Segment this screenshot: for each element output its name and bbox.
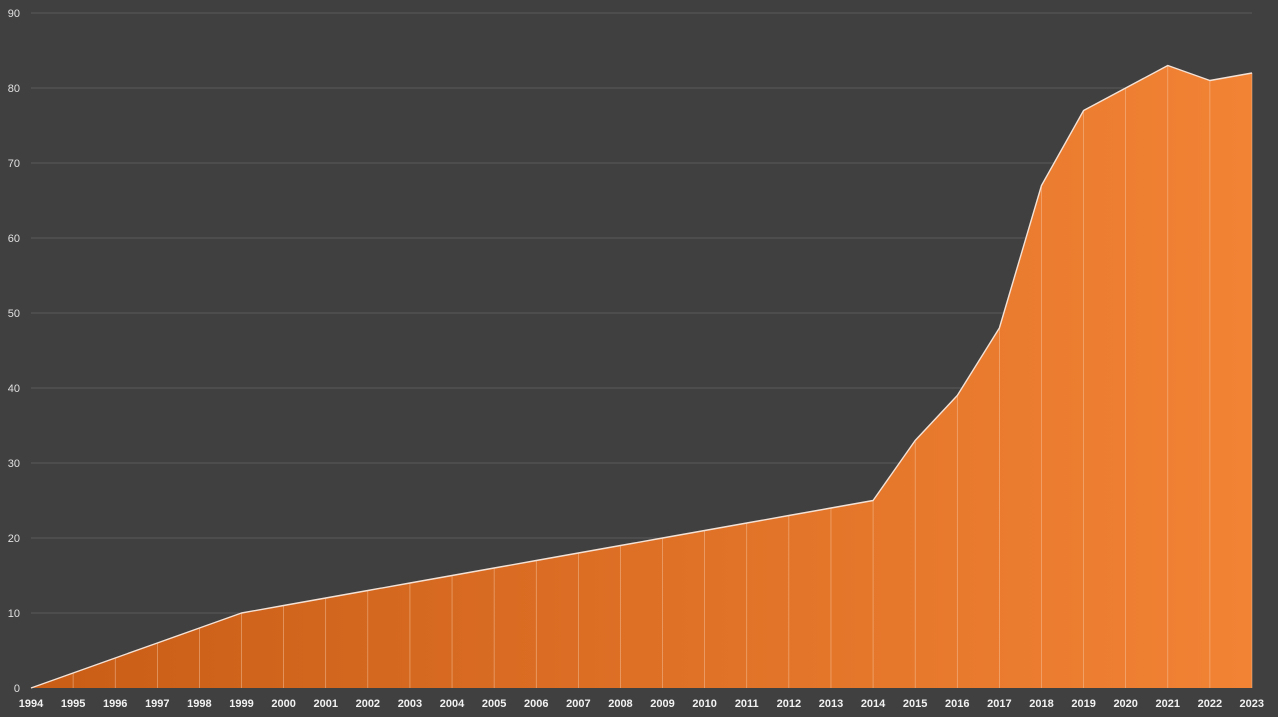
x-tick-label: 2006 — [524, 698, 548, 710]
x-tick-label: 2015 — [903, 698, 927, 710]
x-tick-label: 2021 — [1156, 698, 1180, 710]
x-axis: 1994 1995 1996 1997 1998 1999 2000 2001 2002 2003… — [19, 698, 1264, 710]
y-tick-label: 30 — [8, 458, 20, 470]
x-tick-label: 2004 — [440, 698, 465, 710]
x-tick-label: 1995 — [61, 698, 85, 710]
y-tick-label: 90 — [8, 8, 20, 20]
x-tick-label: 2018 — [1029, 698, 1053, 710]
y-tick-label: 20 — [8, 533, 20, 545]
x-tick-label: 1999 — [229, 698, 253, 710]
area-chart: 0 10 20 30 40 50 60 70 80 90 1994 1995 1996 1997 1998… — [8, 8, 1264, 710]
x-tick-label: 2008 — [608, 698, 632, 710]
x-tick-label: 2014 — [861, 698, 886, 710]
y-tick-label: 60 — [8, 233, 20, 245]
x-tick-label: 2005 — [482, 698, 506, 710]
x-tick-label: 2012 — [777, 698, 801, 710]
x-tick-label: 2002 — [356, 698, 380, 710]
x-tick-label: 2019 — [1071, 698, 1095, 710]
x-tick-label: 2020 — [1113, 698, 1137, 710]
y-axis: 0 10 20 30 40 50 60 70 80 90 — [8, 8, 20, 695]
y-tick-label: 40 — [8, 383, 20, 395]
x-tick-label: 1996 — [103, 698, 127, 710]
x-tick-label: 2017 — [987, 698, 1011, 710]
x-tick-label: 2011 — [735, 698, 759, 710]
area-layer — [31, 65, 1252, 688]
x-tick-label: 2000 — [271, 698, 295, 710]
chart-root: 0 10 20 30 40 50 60 70 80 90 1994 1995 1996 1997 1998… — [0, 0, 1278, 717]
y-tick-label: 50 — [8, 308, 20, 320]
x-tick-label: 2003 — [398, 698, 422, 710]
x-tick-label: 2022 — [1198, 698, 1222, 710]
x-tick-label: 1994 — [19, 698, 44, 710]
area-fill — [31, 65, 1252, 688]
x-tick-label: 2023 — [1240, 698, 1264, 710]
x-tick-label: 2007 — [566, 698, 590, 710]
y-tick-label: 80 — [8, 83, 20, 95]
y-tick-label: 0 — [14, 683, 20, 695]
x-tick-label: 2013 — [819, 698, 843, 710]
x-tick-label: 2001 — [313, 698, 337, 710]
x-tick-label: 1998 — [187, 698, 211, 710]
x-tick-label: 2009 — [650, 698, 674, 710]
y-tick-label: 10 — [8, 608, 20, 620]
x-tick-label: 1997 — [145, 698, 169, 710]
x-tick-label: 2010 — [692, 698, 716, 710]
y-tick-label: 70 — [8, 158, 20, 170]
x-tick-label: 2016 — [945, 698, 969, 710]
